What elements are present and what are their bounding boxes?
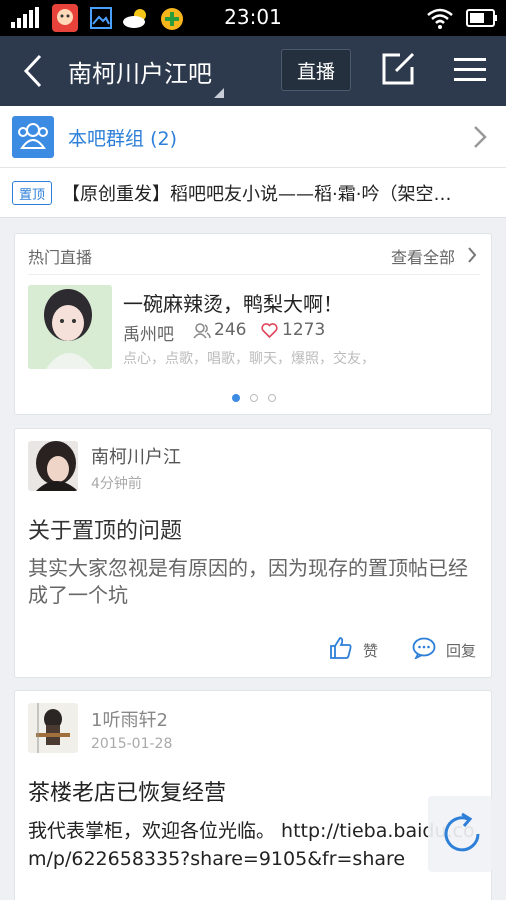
sticky-post-title[interactable]: 【原创重发】稻吧吧友小说——稻·霜·吟（架空… — [62, 180, 492, 206]
post-body[interactable]: 我代表掌柜，欢迎各位光临。 http://tieba.baidu.com/p/6… — [28, 817, 484, 873]
group-count: (2) — [150, 128, 177, 150]
group-icon — [12, 116, 54, 158]
battery-icon — [466, 9, 497, 27]
group-row[interactable]: 本吧群组 (2) — [0, 106, 506, 168]
forum-header-section: 本吧群组 (2) 置顶 【原创重发】稻吧吧友小说——稻·霜·吟（架空… — [0, 106, 506, 218]
status-bar: 23:01 — [0, 0, 506, 36]
post-body[interactable]: 其实大家忽视是有原因的，因为现存的置顶帖已经成了一个坑 — [28, 555, 484, 609]
carousel-dot-3[interactable] — [268, 394, 276, 402]
reply-icon[interactable] — [412, 637, 436, 659]
chevron-right-icon[interactable] — [467, 246, 477, 264]
live-tags: 点心，点歌，唱歌，聊天，爆照，交友， — [123, 351, 375, 367]
post-card[interactable]: 南柯川户江 4分钟前 关于置顶的问题 其实大家忽视是有原因的，因为现存的置顶帖已… — [14, 428, 492, 678]
nav-bar: 南柯川户江吧 直播 — [0, 36, 506, 106]
hot-live-title: 热门直播 — [28, 248, 93, 267]
live-button[interactable]: 直播 — [281, 49, 351, 91]
like-icon[interactable] — [329, 636, 353, 660]
carousel-dot-2[interactable] — [250, 394, 258, 402]
view-all-link[interactable]: 查看全部 — [391, 244, 455, 268]
post-time: 2015-01-28 — [91, 736, 173, 752]
post-author[interactable]: 1听雨轩2 — [91, 706, 168, 732]
carousel-dot-1[interactable] — [232, 394, 240, 402]
post-title[interactable]: 茶楼老店已恢复经营 — [28, 775, 226, 807]
sticky-badge: 置顶 — [12, 181, 52, 205]
like-label[interactable]: 赞 — [363, 640, 378, 661]
live-viewer-count: 246 — [214, 320, 247, 340]
avatar[interactable] — [28, 703, 78, 753]
refresh-icon — [444, 812, 480, 852]
avatar[interactable] — [28, 441, 78, 491]
divider — [28, 274, 480, 275]
wifi-icon — [427, 8, 453, 29]
live-title[interactable]: 一碗麻辣烫，鸭梨大啊！ — [123, 288, 343, 317]
live-thumbnail[interactable] — [28, 285, 112, 369]
chevron-right-icon — [474, 126, 487, 148]
hot-live-card[interactable]: 热门直播 查看全部 一碗麻辣烫，鸭梨大啊！ 禹州吧 246 1273 点心，点歌… — [14, 233, 492, 415]
forum-title[interactable]: 南柯川户江吧 — [68, 54, 212, 89]
back-icon[interactable] — [16, 52, 52, 90]
reply-label[interactable]: 回复 — [446, 640, 476, 661]
post-title[interactable]: 关于置顶的问题 — [28, 513, 182, 545]
post-card[interactable]: 1听雨轩2 2015-01-28 茶楼老店已恢复经营 我代表掌柜，欢迎各位光临。… — [14, 690, 492, 900]
refresh-button[interactable] — [428, 796, 492, 872]
title-dropdown-indicator — [214, 88, 224, 98]
users-icon — [193, 323, 211, 339]
heart-icon — [261, 323, 278, 338]
live-like-count: 1273 — [282, 320, 326, 340]
post-time: 4分钟前 — [91, 476, 142, 492]
edit-icon[interactable] — [380, 51, 416, 87]
group-label: 本吧群组 (2) — [68, 128, 177, 150]
live-forum-name: 禹州吧 — [123, 325, 174, 345]
menu-icon[interactable] — [452, 56, 488, 84]
post-author[interactable]: 南柯川户江 — [91, 443, 181, 469]
sticky-post-row[interactable]: 置顶 【原创重发】稻吧吧友小说——稻·霜·吟（架空… — [0, 168, 506, 218]
